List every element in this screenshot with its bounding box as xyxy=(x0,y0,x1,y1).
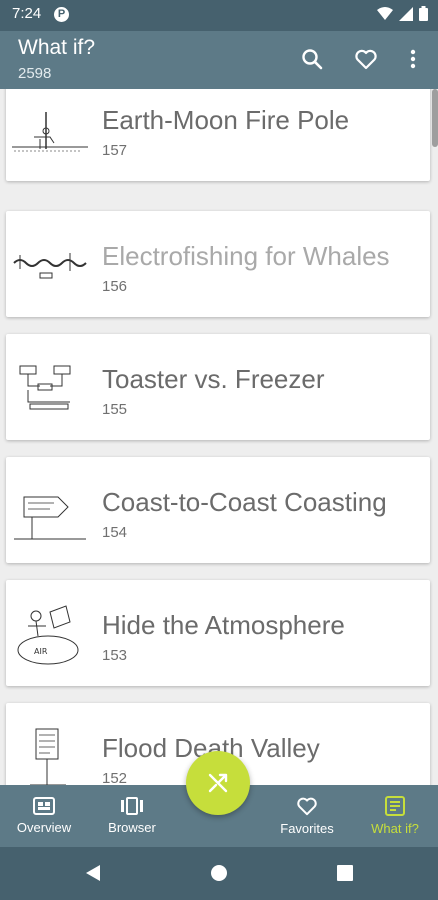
list-item[interactable]: Earth-Moon Fire Pole 157 xyxy=(6,89,430,181)
list-scrollbar[interactable] xyxy=(432,89,438,147)
nav-overview[interactable]: Overview xyxy=(10,785,78,847)
favorites-icon xyxy=(297,797,317,816)
svg-text:AIR: AIR xyxy=(34,647,48,656)
thumbnail-toaster xyxy=(19,365,71,410)
nav-browser-label: Browser xyxy=(108,820,156,835)
status-bar: 7:24 P xyxy=(0,0,438,31)
signal-icon xyxy=(399,6,413,21)
battery-icon xyxy=(419,6,428,21)
nav-favorites[interactable]: Favorites xyxy=(272,785,342,847)
wifi-icon xyxy=(377,6,393,20)
item-number: 155 xyxy=(102,401,128,418)
item-title: Coast-to-Coast Coasting xyxy=(102,487,387,517)
nav-whatif-label: What if? xyxy=(371,821,419,836)
nav-overview-label: Overview xyxy=(16,820,72,835)
thumbnail-electrofishing xyxy=(13,253,87,279)
article-list[interactable]: Earth-Moon Fire Pole 157 Electrofishing … xyxy=(0,89,438,785)
whatif-icon xyxy=(385,796,405,816)
browser-icon xyxy=(121,797,143,815)
thumbnail-atmosphere: AIR xyxy=(17,605,79,665)
item-title: Toaster vs. Freezer xyxy=(102,364,325,394)
page-title: What if? xyxy=(18,36,96,59)
overview-icon xyxy=(33,797,55,815)
item-number: 152 xyxy=(102,770,128,785)
item-number: 157 xyxy=(102,142,128,159)
more-vert-icon xyxy=(410,49,416,69)
heart-icon xyxy=(355,49,377,70)
app-bar: What if? 2598 xyxy=(0,31,438,89)
favorite-button[interactable] xyxy=(352,45,380,73)
thumbnail-coasting xyxy=(14,496,86,540)
nav-whatif[interactable]: What if? xyxy=(360,785,430,847)
nav-favorites-label: Favorites xyxy=(280,821,334,836)
system-back-button[interactable] xyxy=(81,861,105,885)
list-item[interactable]: Toaster vs. Freezer 155 xyxy=(6,334,430,440)
app-notification-icon: P xyxy=(54,7,69,22)
shuffle-button[interactable] xyxy=(186,751,250,815)
item-title: Earth-Moon Fire Pole xyxy=(102,105,350,135)
home-icon xyxy=(211,865,227,881)
item-title: Electrofishing for Whales xyxy=(102,241,390,271)
system-recents-button[interactable] xyxy=(333,861,357,885)
list-item[interactable]: Electrofishing for Whales 156 xyxy=(6,211,430,317)
status-time: 7:24 xyxy=(12,5,42,22)
nav-browser[interactable]: Browser xyxy=(100,785,164,847)
recents-icon xyxy=(337,865,353,881)
system-navigation-bar xyxy=(0,847,438,900)
system-home-button[interactable] xyxy=(207,861,231,885)
back-icon xyxy=(86,865,100,881)
overflow-menu-button[interactable] xyxy=(399,45,427,73)
comic-count: 2598 xyxy=(18,65,52,82)
list-item[interactable]: AIR Hide the Atmosphere 153 xyxy=(6,580,430,686)
thumbnail-death-valley xyxy=(30,728,66,785)
status-icons xyxy=(377,6,428,21)
search-button[interactable] xyxy=(298,45,326,73)
item-number: 154 xyxy=(102,524,128,541)
list-item[interactable]: Coast-to-Coast Coasting 154 xyxy=(6,457,430,563)
item-title: Hide the Atmosphere xyxy=(102,610,345,640)
search-icon xyxy=(302,49,323,70)
thumbnail-fire-pole xyxy=(12,112,88,152)
shuffle-icon xyxy=(208,773,228,793)
item-number: 156 xyxy=(102,278,128,295)
item-number: 153 xyxy=(102,647,128,664)
